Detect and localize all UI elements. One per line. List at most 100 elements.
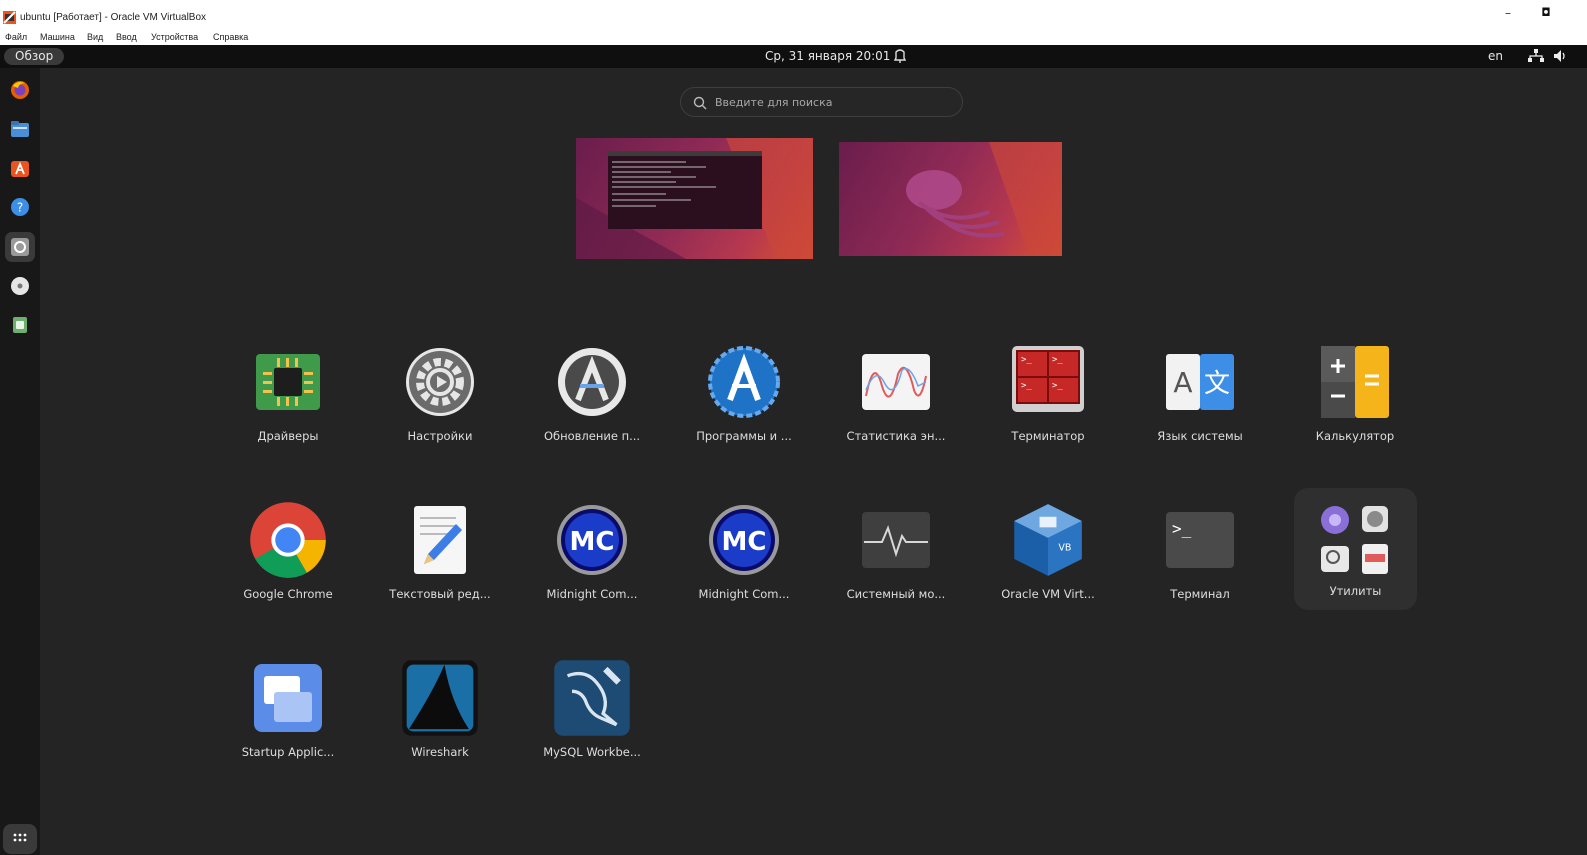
virtualbox-icon: VB — [1014, 504, 1082, 576]
app-language[interactable]: A 文 Язык системы — [1125, 346, 1275, 476]
software-properties-icon — [708, 346, 780, 418]
app-label: Программы и ... — [696, 429, 792, 443]
network-icon[interactable] — [1528, 49, 1544, 63]
midnight-commander-icon: MC — [709, 505, 779, 575]
dock-files[interactable] — [5, 114, 35, 144]
app-label: Драйверы — [257, 429, 319, 443]
startup-apps-icon — [254, 664, 322, 732]
settings-icon — [11, 238, 29, 256]
dock-trash[interactable] — [5, 310, 35, 340]
keyboard-layout-indicator[interactable]: en — [1488, 49, 1503, 63]
app-label: Текстовый ред... — [389, 587, 491, 601]
mysql-workbench-icon — [554, 660, 630, 736]
wireshark-icon — [402, 660, 478, 736]
jellyfish-wallpaper-icon — [906, 142, 1062, 256]
app-midnight-commander-1[interactable]: MC Midnight Com... — [517, 504, 667, 634]
app-label: Терминал — [1170, 587, 1230, 601]
volume-icon[interactable] — [1553, 49, 1569, 63]
svg-text:>_: >_ — [1021, 381, 1032, 391]
app-drivers[interactable]: Драйверы — [213, 346, 363, 476]
system-monitor-icon — [862, 512, 930, 568]
app-label: Wireshark — [411, 745, 469, 759]
menu-input[interactable]: Ввод — [116, 32, 137, 42]
guest-screen: Обзор Ср, 31 января 20:01 en ? Введите д… — [0, 45, 1587, 855]
app-label: Утилиты — [1329, 584, 1382, 598]
help-icon: ? — [11, 198, 29, 216]
menu-help[interactable]: Справка — [213, 32, 248, 42]
app-terminal[interactable]: >_ Терминал — [1125, 504, 1275, 634]
svg-text:>_: >_ — [1172, 519, 1192, 538]
app-mysql-workbench[interactable]: MySQL Workbe... — [517, 660, 667, 792]
menu-view[interactable]: Вид — [87, 32, 103, 42]
text-editor-icon — [414, 506, 466, 574]
app-system-monitor[interactable]: Системный мо... — [821, 504, 971, 634]
window-titlebar: ubuntu [Работает] - Oracle VM VirtualBox… — [0, 0, 1587, 31]
settings-gear-icon — [406, 348, 474, 416]
terminator-icon: >_ >_ >_ >_ — [1012, 346, 1084, 412]
search-input[interactable]: Введите для поиска — [680, 87, 963, 117]
dock-disc[interactable] — [5, 271, 35, 301]
show-applications-button[interactable] — [3, 824, 37, 854]
app-label: Настройки — [407, 429, 473, 443]
app-text-editor[interactable]: Текстовый ред... — [365, 504, 515, 634]
app-power-statistics[interactable]: Статистика эн... — [821, 346, 971, 476]
app-software-updater[interactable]: Обновление п... — [517, 346, 667, 476]
firefox-icon — [11, 81, 29, 99]
app-label: Терминатор — [1011, 429, 1085, 443]
power-statistics-icon — [862, 354, 930, 410]
grid-icon — [13, 833, 27, 842]
menu-machine[interactable]: Машина — [40, 32, 75, 42]
language-icon: A 文 — [1166, 354, 1234, 410]
terminal-icon: >_ — [1166, 512, 1234, 568]
workspace-thumbnail-1[interactable] — [576, 138, 813, 259]
restore-button[interactable]: ◘ — [1538, 6, 1554, 26]
svg-text:VB: VB — [1058, 543, 1071, 554]
app-label: Oracle VM Virt... — [1001, 587, 1095, 601]
app-label: Калькулятор — [1315, 429, 1395, 443]
svg-text:>_: >_ — [1052, 381, 1063, 391]
workspace-wallpaper-1 — [576, 138, 813, 259]
app-label: Обновление п... — [543, 429, 641, 443]
app-software-properties[interactable]: Программы и ... — [669, 346, 819, 476]
files-icon — [11, 121, 29, 137]
dock-settings[interactable] — [5, 232, 35, 262]
app-midnight-commander-2[interactable]: MC Midnight Com... — [669, 504, 819, 634]
calculator-icon — [1321, 346, 1389, 418]
app-virtualbox[interactable]: VB Oracle VM Virt... — [973, 504, 1123, 634]
app-terminator[interactable]: >_ >_ >_ >_ Терминатор — [973, 346, 1123, 476]
app-label: Язык системы — [1157, 429, 1243, 443]
app-settings[interactable]: Настройки — [365, 346, 515, 476]
clock[interactable]: Ср, 31 января 20:01 — [765, 49, 890, 63]
app-label: Статистика эн... — [846, 429, 946, 443]
dock-help[interactable]: ? — [5, 192, 35, 222]
dock: ? — [0, 68, 40, 855]
svg-text:文: 文 — [1204, 369, 1230, 399]
workspace-thumbnail-2[interactable] — [839, 142, 1062, 256]
svg-text:?: ? — [17, 201, 23, 215]
app-center-icon — [11, 161, 29, 177]
svg-text:>_: >_ — [1021, 355, 1032, 365]
svg-text:>_: >_ — [1052, 355, 1063, 365]
menu-devices[interactable]: Устройства — [151, 32, 198, 42]
chip-icon — [256, 354, 320, 410]
disc-icon — [11, 277, 29, 295]
app-google-chrome[interactable]: Google Chrome — [213, 502, 363, 634]
dock-firefox[interactable] — [5, 75, 35, 105]
top-bar: Обзор Ср, 31 января 20:01 en — [0, 45, 1587, 68]
search-placeholder: Введите для поиска — [715, 96, 833, 109]
menu-file[interactable]: Файл — [5, 32, 27, 42]
app-label: Midnight Com... — [546, 587, 638, 601]
svg-text:MC: MC — [722, 527, 767, 557]
app-label: MySQL Workbe... — [543, 745, 641, 759]
app-folder-utilities[interactable]: Утилиты — [1294, 488, 1417, 610]
chrome-icon — [250, 502, 326, 578]
app-calculator[interactable]: Калькулятор — [1280, 346, 1430, 476]
app-label: Midnight Com... — [698, 587, 790, 601]
search-icon — [693, 96, 707, 110]
svg-text:MC: MC — [570, 527, 615, 557]
dock-app-center[interactable] — [5, 153, 35, 183]
minimize-button[interactable]: – — [1500, 6, 1516, 26]
app-startup-applications[interactable]: Startup Applic... — [213, 662, 363, 792]
app-wireshark[interactable]: Wireshark — [365, 660, 515, 792]
activities-button[interactable]: Обзор — [4, 48, 65, 65]
